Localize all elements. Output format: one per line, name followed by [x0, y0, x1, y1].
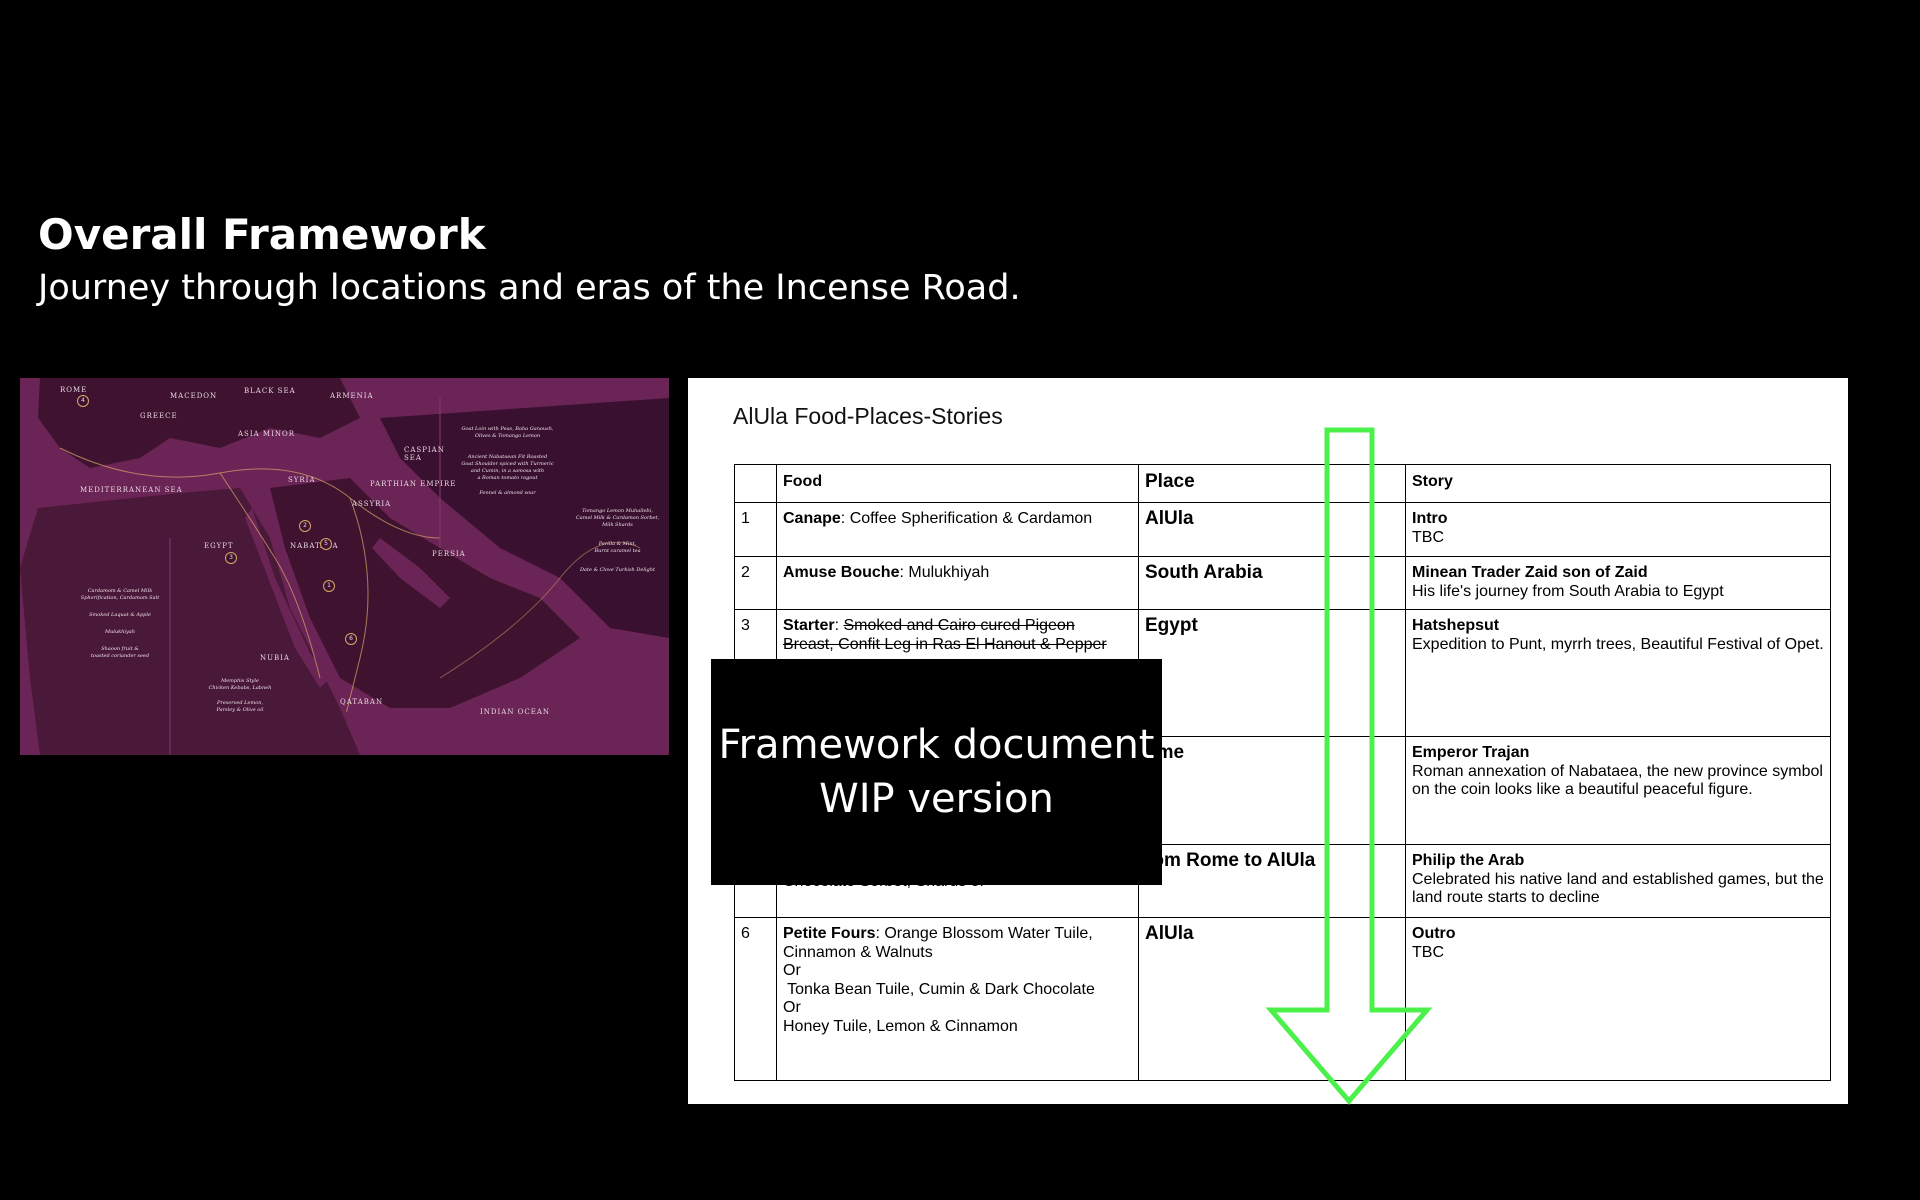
map-label-indian-ocean: INDIAN OCEAN [480, 708, 551, 716]
food-cell: Petite Fours: Orange Blossom Water Tuile… [776, 917, 1139, 1081]
story-cell: Hatshepsut Expedition to Punt, myrrh tree… [1405, 609, 1831, 737]
story-cell: Philip the Arab Celebrated his native lan… [1405, 844, 1831, 918]
header-number [734, 464, 777, 503]
food-cell: Amuse Bouche: Mulukhiyah [776, 556, 1139, 610]
map-label-black-sea: BLACK SEA [244, 387, 296, 395]
down-arrow-icon [1265, 427, 1433, 1105]
map-stop-marker-6: 6 [345, 633, 357, 645]
overlay-line-2: WIP version [819, 776, 1054, 822]
map-label-persia: PERSIA [432, 550, 466, 558]
story-cell: Minean Trader Zaid son of Zaid His life's… [1405, 556, 1831, 610]
header-food: Food [776, 464, 1139, 503]
map-label-armenia: ARMENIA [330, 392, 374, 400]
map-menu-note-4: Tomango Lemon Muhallebi, Camel Milk & Ca… [575, 508, 660, 573]
row-number: 6 [734, 917, 777, 1081]
map-label-mediterranean: MEDITERRANEAN SEA [80, 486, 183, 494]
story-cell: Outro TBC [1405, 917, 1831, 1081]
row-number: 2 [734, 556, 777, 610]
header-story: Story [1405, 464, 1831, 503]
map-label-caspian-sea: CASPIAN SEA [404, 446, 445, 462]
row-number: 1 [734, 502, 777, 557]
document-title: AlUla Food-Places-Stories [733, 403, 1003, 429]
incense-road-map: ROME MACEDON BLACK SEA ARMENIA GREECE AS… [20, 378, 669, 755]
map-menu-note-1: Cardamom & Camel Milk Spherification, Ca… [80, 588, 160, 659]
map-label-macedon: MACEDON [170, 392, 218, 400]
map-label-egypt: EGYPT [204, 542, 234, 550]
map-label-greece: GREECE [140, 412, 178, 420]
map-menu-note-3: Goat Loin with Peas, Baba Ganoush, Olive… [461, 426, 554, 496]
map-label-qataban: QATABAN [340, 698, 384, 706]
map-stop-marker-3: 3 [225, 552, 237, 564]
wip-overlay-box: Framework document WIP version [711, 659, 1162, 885]
food-cell: Canape: Coffee Spherification & Cardamon [776, 502, 1139, 557]
map-label-assyria: ASSYRIA [352, 500, 392, 508]
story-cell: Intro TBC [1405, 502, 1831, 557]
map-label-syria: SYRIA [288, 476, 316, 484]
map-label-parthian-empire: PARTHIAN EMPIRE [370, 480, 457, 488]
page-title: Overall Framework [38, 210, 486, 259]
page-subtitle: Journey through locations and eras of th… [38, 268, 1021, 308]
story-cell: Emperor Trajan Roman annexation of Nabata… [1405, 736, 1831, 845]
map-stop-marker-4: 4 [77, 395, 89, 407]
map-label-nubia: NUBIA [260, 654, 290, 662]
map-label-rome: ROME [60, 386, 88, 394]
map-stop-marker-2: 2 [299, 520, 311, 532]
overlay-line-1: Framework document [718, 722, 1155, 768]
map-stop-marker-1: 1 [323, 580, 335, 592]
map-menu-note-2: Memphis Style Chicken Kebabs, Labneh Pre… [208, 678, 272, 713]
map-stop-marker-5: 5 [320, 538, 332, 550]
map-label-asia-minor: ASIA MINOR [238, 430, 295, 438]
